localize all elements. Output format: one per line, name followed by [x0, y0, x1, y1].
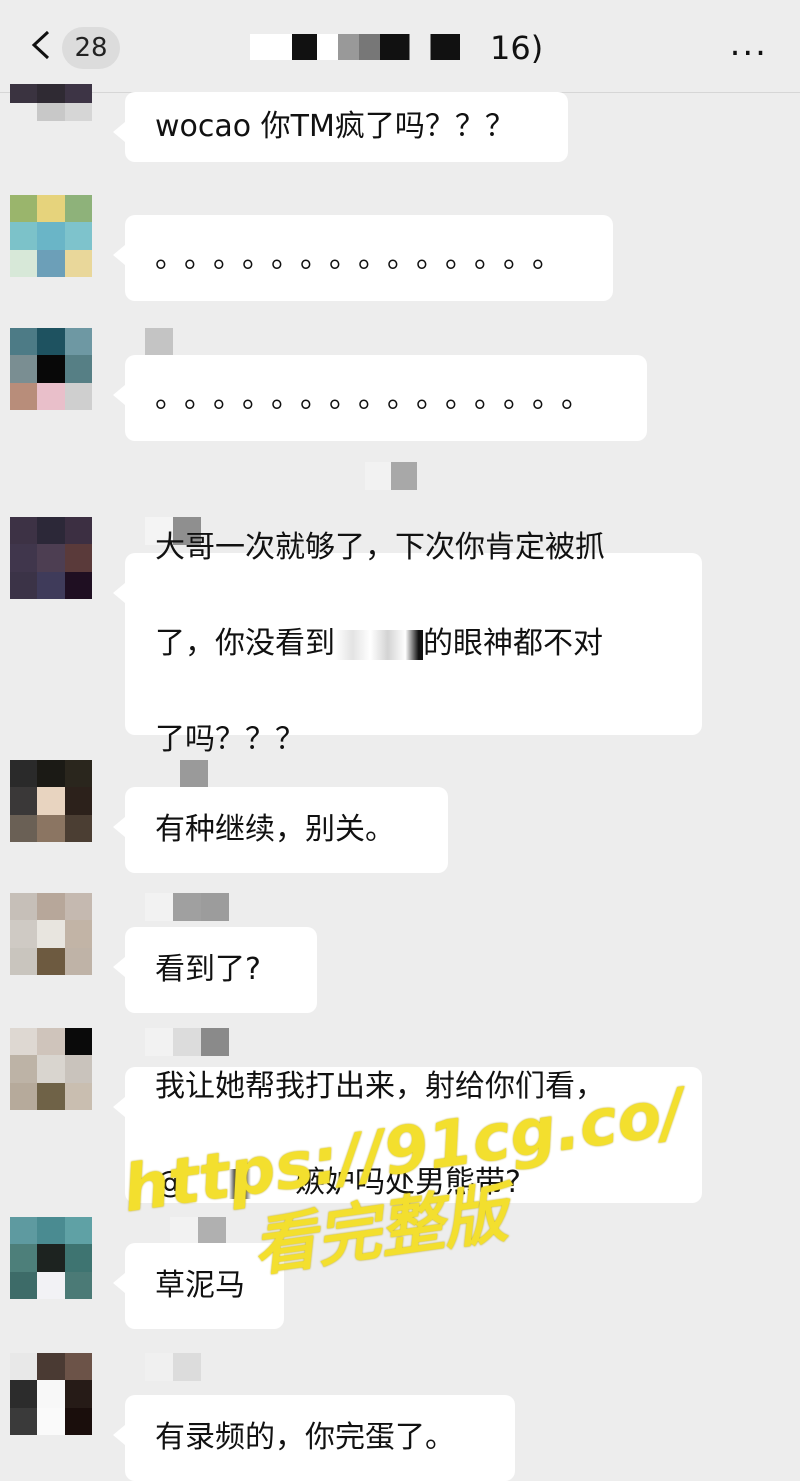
message-bubble[interactable]: 。。。。。。。。。。。。。。。	[113, 355, 647, 441]
message-bubble[interactable]: 。。。。。。。。。。。。。。	[113, 215, 613, 301]
message-line: 了吗？？？	[155, 722, 305, 757]
message-bubble[interactable]: 我让她帮我打出来，射给你们看， @ 嫉妒吗处男熊带?	[113, 1067, 702, 1203]
message-text: 看到了?	[155, 952, 261, 987]
redacted-name	[335, 629, 423, 660]
avatar[interactable]	[10, 195, 92, 277]
more-options-icon[interactable]: ...	[730, 27, 768, 61]
message-text: 。。。。。。。。。。。。。。。	[155, 380, 605, 415]
avatar[interactable]	[10, 1353, 92, 1435]
message-text: 有种继续，别关。	[155, 812, 395, 847]
mention-symbol: @	[155, 1165, 185, 1200]
message-bubble[interactable]: 有录频的，你完蛋了。	[113, 1395, 515, 1481]
unread-count-badge[interactable]: 28	[62, 27, 120, 69]
message-bubble[interactable]: 看到了?	[113, 927, 317, 1013]
avatar[interactable]	[10, 893, 92, 975]
message-fragment: 的眼神都不对	[423, 626, 603, 661]
message-line: 大哥一次就够了，下次你肯定被抓	[155, 530, 605, 565]
message-bubble[interactable]: 大哥一次就够了，下次你肯定被抓 了，你没看到 的眼神都不对 了吗？？？	[113, 530, 702, 757]
sender-name	[145, 893, 229, 921]
message-text: 有录频的，你完蛋了。	[155, 1420, 455, 1455]
message-line: 我让她帮我打出来，射给你们看，	[155, 1069, 605, 1104]
avatar[interactable]	[10, 1217, 92, 1299]
avatar[interactable]	[10, 517, 92, 599]
sender-name	[145, 1353, 201, 1381]
sender-name	[180, 760, 208, 788]
avatar[interactable]	[10, 1028, 92, 1110]
back-arrow-icon[interactable]	[30, 30, 52, 60]
chat-header: 28 16) ...	[0, 0, 800, 93]
message-bubble[interactable]: 草泥马	[113, 1243, 284, 1329]
sender-name	[170, 1217, 226, 1245]
message-text: wocao 你TM疯了吗？？？	[155, 109, 515, 144]
avatar[interactable]	[10, 84, 92, 140]
message-bubble[interactable]: 有种继续，别关。	[113, 787, 448, 873]
message-fragment: 了，你没看到	[155, 626, 335, 661]
message-text: 。。。。。。。。。。。。。。	[155, 240, 576, 275]
member-count: 16)	[490, 29, 544, 67]
sender-name	[145, 328, 201, 356]
avatar[interactable]	[10, 328, 92, 410]
message-line: 了，你没看到 的眼神都不对	[155, 620, 605, 668]
avatar[interactable]	[10, 760, 92, 842]
message-text: 草泥马	[155, 1268, 245, 1303]
message-fragment: 嫉妒吗处男熊带?	[295, 1165, 521, 1200]
redacted-mention	[185, 1168, 295, 1199]
message-text: 大哥一次就够了，下次你肯定被抓 了，你没看到 的眼神都不对 了吗？？？	[155, 476, 605, 812]
message-line: @ 嫉妒吗处男熊带?	[155, 1159, 605, 1207]
message-bubble[interactable]: wocao 你TM疯了吗？？？	[113, 92, 568, 162]
redacted-title	[250, 34, 460, 60]
group-title: 16)	[250, 26, 570, 70]
